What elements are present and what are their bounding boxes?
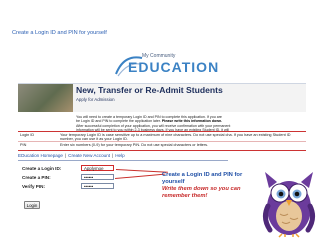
- nav-divider: [18, 160, 228, 161]
- table-row: PIN Enter six numbers (0-9) for your tem…: [18, 141, 306, 151]
- row-key: Login ID: [20, 133, 35, 137]
- slide-title: Create a Login ID and PIN for yourself: [12, 30, 107, 36]
- row-value: Your temporary Login ID is case sensitiv…: [60, 133, 291, 142]
- login-id-label: Create a Login ID:: [22, 166, 62, 171]
- mycommunity-education-logo: My Community EDUCATION: [108, 48, 218, 80]
- callout-subtitle: Write them down so you can remember them…: [162, 186, 241, 199]
- header-logo-bar: My Community EDUCATION: [18, 45, 306, 84]
- pin-label: Create a PIN:: [22, 175, 51, 180]
- verify-pin-input[interactable]: ••••••: [81, 183, 114, 189]
- callout-title: Create a Login ID and PIN for yourself: [162, 172, 243, 185]
- row-value: Enter six numbers (0-9) for your tempora…: [60, 143, 209, 147]
- callout-note: Create a Login ID and PIN for yourself W…: [162, 172, 262, 200]
- logo-brand-text: EDUCATION: [128, 59, 220, 75]
- banner-photo: [18, 84, 73, 112]
- field-rules-table: Login ID Your temporary Login ID is case…: [18, 131, 306, 151]
- verify-pin-label: Verify PIN:: [22, 184, 45, 189]
- nav-link-create-account[interactable]: Create New Account: [68, 153, 110, 158]
- nav-link-help[interactable]: Help: [115, 153, 124, 158]
- page-subtitle: Apply for Admission: [76, 97, 115, 102]
- nav-links: EDucation Homepage | Create New Account | He…: [18, 153, 125, 158]
- pin-input[interactable]: ••••••: [81, 174, 114, 180]
- row-key: PIN: [20, 143, 27, 147]
- instructions-paragraph-1: You will need to create a temporary Logi…: [76, 115, 304, 124]
- login-id-input[interactable]: Applymoe: [81, 165, 114, 171]
- table-row: Login ID Your temporary Login ID is case…: [18, 132, 306, 141]
- owl-mascot-icon: [262, 172, 316, 238]
- nav-link-education-homepage[interactable]: EDucation Homepage: [18, 153, 63, 158]
- login-button[interactable]: Login: [24, 201, 40, 209]
- page-title: New, Transfer or Re-Admit Students: [76, 85, 223, 95]
- page-banner: New, Transfer or Re-Admit Students Apply…: [18, 84, 306, 112]
